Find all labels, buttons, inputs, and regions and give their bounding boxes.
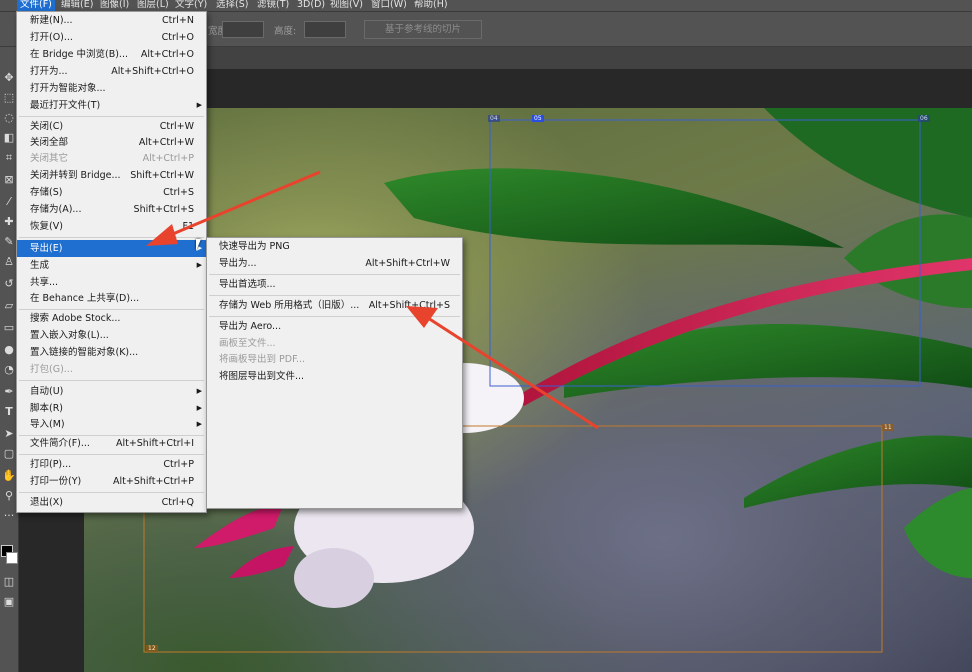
- annotation-arrow: [406, 306, 599, 430]
- annotation-arrows: [146, 170, 599, 430]
- annotation-arrow: [146, 170, 321, 246]
